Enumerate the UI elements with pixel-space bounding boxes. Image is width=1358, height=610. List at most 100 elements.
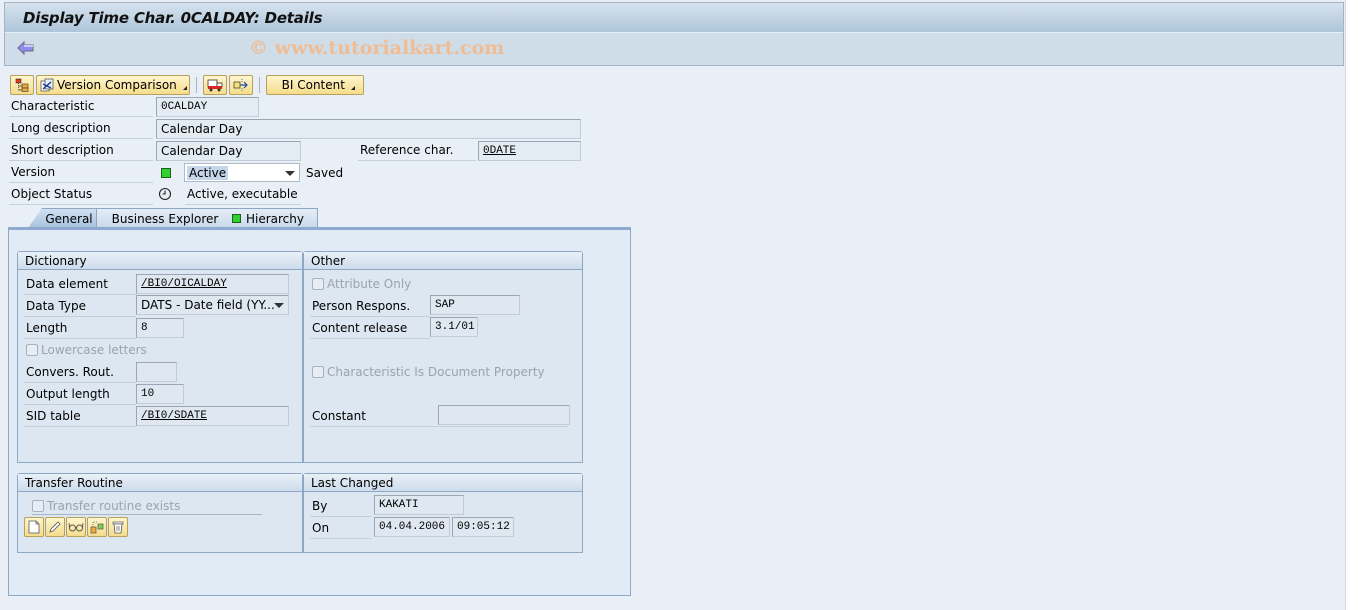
tab-business-explorer[interactable]: Business Explorer bbox=[96, 208, 234, 228]
hierarchy-tree-icon bbox=[15, 78, 29, 92]
lowercase-label: Lowercase letters bbox=[41, 343, 147, 357]
output-length-label: Output length bbox=[24, 384, 136, 405]
reference-char-label: Reference char. bbox=[358, 140, 476, 161]
sid-table-value[interactable]: /BI0/SDATE bbox=[141, 410, 207, 422]
back-arrow-icon[interactable] bbox=[17, 40, 35, 56]
version-comparison-button[interactable]: Version Comparison bbox=[36, 75, 190, 95]
last-changed-group-title: Last Changed bbox=[304, 474, 582, 492]
sid-table-label: SID table bbox=[24, 406, 136, 427]
transfer-routine-exists-label: Transfer routine exists bbox=[47, 499, 181, 513]
checkbox-box[interactable] bbox=[312, 366, 324, 378]
toolbar-separator bbox=[195, 77, 197, 93]
long-description-field[interactable]: Calendar Day bbox=[156, 119, 581, 139]
dictionary-group-title: Dictionary bbox=[18, 252, 302, 270]
change-routine-button[interactable] bbox=[45, 517, 65, 537]
watermark: © www.tutorialkart.com bbox=[249, 37, 505, 59]
transfer-routine-exists-checkbox[interactable]: Transfer routine exists bbox=[32, 499, 180, 513]
version-saved-text: Saved bbox=[306, 166, 344, 180]
divider bbox=[32, 514, 262, 515]
reference-char-field[interactable]: 0DATE bbox=[478, 141, 581, 161]
convers-rout-label: Convers. Rout. bbox=[24, 362, 136, 383]
content-release-label: Content release bbox=[310, 318, 430, 339]
short-description-field[interactable]: Calendar Day bbox=[156, 141, 301, 161]
delete-trash-icon bbox=[112, 521, 124, 534]
object-status-value: Active, executable bbox=[185, 184, 301, 205]
checkbox-box[interactable] bbox=[26, 344, 38, 356]
page-title: Display Time Char. 0CALDAY: Details bbox=[23, 8, 323, 27]
data-type-selected: DATS - Date field (YY... bbox=[141, 298, 275, 312]
delete-routine-button[interactable] bbox=[108, 517, 128, 537]
display-routine-button[interactable] bbox=[66, 517, 86, 537]
person-respons-field[interactable]: SAP bbox=[430, 295, 520, 315]
menu-triangle-icon bbox=[182, 86, 187, 90]
attribute-only-label: Attribute Only bbox=[327, 277, 412, 291]
lowercase-checkbox[interactable]: Lowercase letters bbox=[26, 343, 147, 357]
bi-content-button[interactable]: BI Content bbox=[265, 75, 364, 95]
changed-by-field[interactable]: KAKATI bbox=[374, 495, 464, 515]
convers-rout-field[interactable] bbox=[136, 362, 177, 382]
attribute-only-checkbox[interactable]: Attribute Only bbox=[312, 277, 411, 291]
content-release-field[interactable]: 3.1/01 bbox=[430, 317, 478, 337]
changed-by-label: By bbox=[310, 496, 372, 517]
version-comparison-icon bbox=[40, 78, 54, 92]
characteristic-label: Characteristic bbox=[9, 96, 153, 117]
checkbox-box[interactable] bbox=[312, 278, 324, 290]
display-glasses-icon bbox=[68, 522, 84, 532]
create-icon bbox=[28, 520, 40, 534]
tab-business-explorer-label: Business Explorer bbox=[111, 211, 219, 226]
other-group: Other Attribute Only Person Respons. SAP… bbox=[303, 251, 583, 463]
doc-property-checkbox[interactable]: Characteristic Is Document Property bbox=[312, 365, 545, 379]
tab-general-label: General bbox=[45, 211, 93, 226]
reference-char-value[interactable]: 0DATE bbox=[483, 145, 516, 157]
transport-truck-icon bbox=[207, 79, 223, 92]
dropdown-arrow-icon[interactable] bbox=[274, 303, 284, 308]
data-element-label: Data element bbox=[24, 274, 136, 295]
other-group-title: Other bbox=[304, 252, 582, 270]
dropdown-arrow-icon[interactable] bbox=[285, 171, 295, 176]
menu-triangle-icon bbox=[350, 86, 355, 90]
navigation-bar: © www.tutorialkart.com bbox=[5, 33, 1343, 65]
version-dropdown[interactable]: Active bbox=[184, 163, 300, 182]
data-type-label: Data Type bbox=[24, 296, 136, 317]
characteristic-field[interactable]: 0CALDAY bbox=[156, 97, 259, 117]
version-selected: Active bbox=[187, 165, 229, 180]
sid-table-field[interactable]: /BI0/SDATE bbox=[136, 406, 289, 426]
changed-on-label: On bbox=[310, 518, 372, 539]
person-respons-label: Person Respons. bbox=[310, 296, 430, 317]
transport-button[interactable] bbox=[202, 75, 227, 95]
transfer-routine-group-title: Transfer Routine bbox=[18, 474, 302, 492]
title-bar: Display Time Char. 0CALDAY: Details bbox=[5, 3, 1343, 33]
data-element-value[interactable]: /BI0/OICALDAY bbox=[141, 278, 227, 290]
output-length-field[interactable]: 10 bbox=[136, 384, 184, 404]
object-status-label: Object Status bbox=[9, 184, 153, 205]
clock-icon bbox=[158, 187, 172, 204]
copy-routine-button[interactable] bbox=[87, 517, 107, 537]
checkbox-box[interactable] bbox=[32, 500, 44, 512]
length-field[interactable]: 8 bbox=[136, 318, 184, 338]
export-button[interactable] bbox=[228, 75, 253, 95]
version-label: Version bbox=[9, 162, 153, 183]
transfer-routine-group: Transfer Routine Transfer routine exists bbox=[17, 473, 303, 553]
hierarchy-status-icon bbox=[231, 214, 241, 223]
tab-panel-general: Dictionary Data element /BI0/OICALDAY Da… bbox=[8, 227, 631, 596]
window-header: Display Time Char. 0CALDAY: Details © ww… bbox=[4, 2, 1344, 66]
data-type-dropdown[interactable]: DATS - Date field (YY... bbox=[136, 295, 289, 315]
application-toolbar: Version Comparison BI Content bbox=[10, 75, 364, 95]
version-comparison-label: Version Comparison bbox=[57, 78, 177, 92]
export-arrow-icon bbox=[233, 79, 248, 91]
constant-field[interactable] bbox=[438, 405, 570, 425]
window-edge bbox=[1345, 0, 1358, 610]
changed-on-time-field[interactable]: 09:05:12 bbox=[452, 517, 514, 537]
tab-hierarchy[interactable]: Hierarchy bbox=[218, 208, 318, 228]
copy-icon bbox=[90, 521, 104, 534]
short-description-label: Short description bbox=[9, 140, 153, 161]
version-status-icon bbox=[161, 168, 171, 178]
change-pencil-icon bbox=[49, 521, 61, 533]
bi-content-label: BI Content bbox=[281, 78, 345, 92]
create-routine-button[interactable] bbox=[24, 517, 44, 537]
hierarchy-button[interactable] bbox=[10, 75, 34, 95]
changed-on-date-field[interactable]: 04.04.2006 bbox=[374, 517, 450, 537]
data-element-field[interactable]: /BI0/OICALDAY bbox=[136, 274, 289, 294]
last-changed-group: Last Changed By KAKATI On 04.04.2006 09:… bbox=[303, 473, 583, 553]
tab-hierarchy-label: Hierarchy bbox=[245, 211, 304, 226]
